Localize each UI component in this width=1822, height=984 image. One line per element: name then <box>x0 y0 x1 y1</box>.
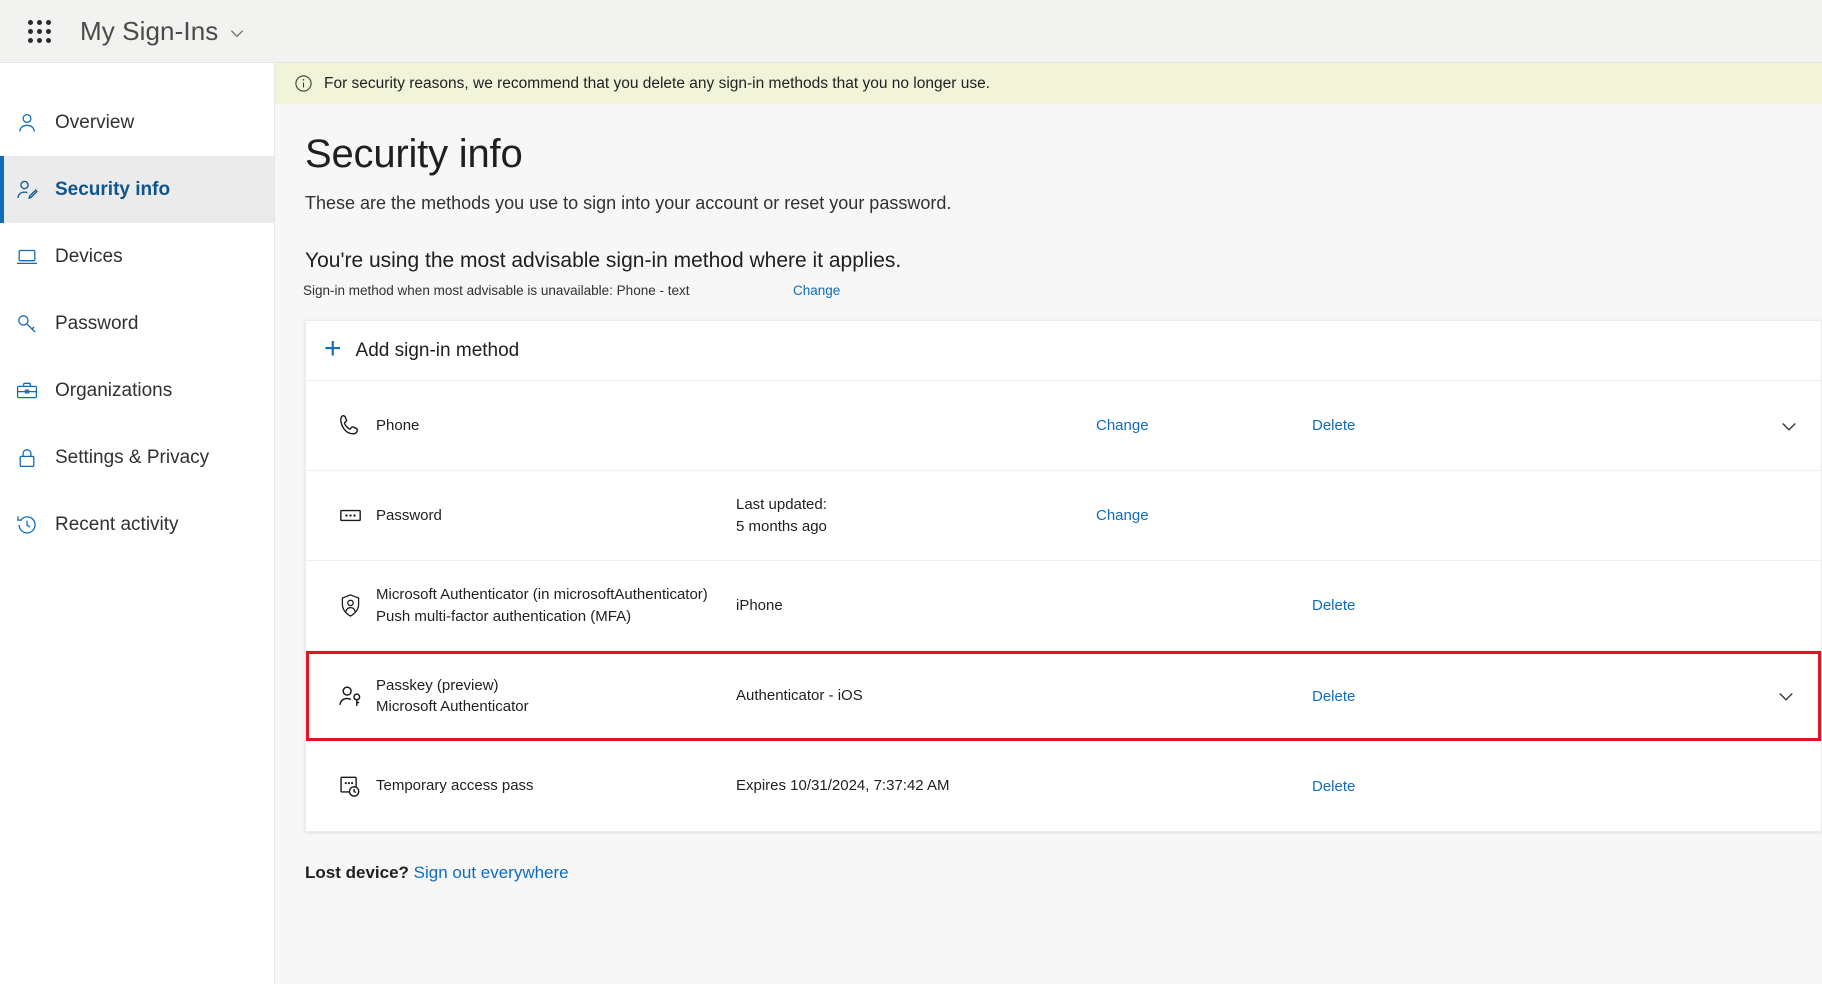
info-circle-icon <box>294 74 313 93</box>
app-launcher-grid <box>28 20 51 43</box>
table-row: Phone Change Delete <box>306 381 1821 471</box>
method-detail: iPhone <box>736 595 1096 616</box>
briefcase-icon <box>15 379 49 403</box>
password-dots-icon <box>324 502 376 529</box>
lost-device-row: Lost device? Sign out everywhere <box>305 863 1822 883</box>
table-row: Microsoft Authenticator (in microsoftAut… <box>306 561 1821 651</box>
key-icon <box>15 312 49 336</box>
method-name: Microsoft Authenticator (in microsoftAut… <box>376 584 736 627</box>
phone-icon <box>324 412 376 439</box>
page-content: Security info These are the methods you … <box>275 104 1822 883</box>
add-sign-in-method-label: Add sign-in method <box>356 340 520 362</box>
brand-menu[interactable]: My Sign-Ins <box>80 16 246 47</box>
security-notice-text: For security reasons, we recommend that … <box>324 75 990 93</box>
table-row: Temporary access pass Expires 10/31/2024… <box>306 741 1821 831</box>
method-name-line2: Microsoft Authenticator <box>376 698 529 715</box>
sidebar-item-devices[interactable]: Devices <box>0 223 274 290</box>
add-sign-in-method-button[interactable]: + Add sign-in method <box>306 321 1821 381</box>
sidebar-item-label: Password <box>55 313 138 335</box>
method-detail: Last updated: 5 months ago <box>736 494 1096 537</box>
temporary-access-pass-icon <box>324 773 376 800</box>
method-detail-line1: Last updated: <box>736 496 827 513</box>
sidebar-item-organizations[interactable]: Organizations <box>0 357 274 424</box>
sidebar-item-security-info[interactable]: Security info <box>0 156 274 223</box>
sidebar-item-recent-activity[interactable]: Recent activity <box>0 491 274 558</box>
sidebar-item-password[interactable]: Password <box>0 290 274 357</box>
authenticator-shield-icon <box>324 592 376 619</box>
app-launcher-icon[interactable] <box>16 8 62 54</box>
method-name: Temporary access pass <box>376 775 736 796</box>
method-name: Password <box>376 505 736 526</box>
sidebar-item-label: Security info <box>55 179 170 201</box>
method-name-line2: Push multi-factor authentication (MFA) <box>376 608 631 625</box>
sidebar-item-label: Settings & Privacy <box>55 447 209 469</box>
sign-in-methods-card: + Add sign-in method Phone Change Delete <box>305 320 1822 832</box>
chevron-down-icon <box>228 24 246 42</box>
method-delete-link[interactable]: Delete <box>1312 778 1512 795</box>
method-detail-line2: 5 months ago <box>736 518 827 535</box>
lock-icon <box>15 446 49 470</box>
page-subtitle: These are the methods you use to sign in… <box>305 193 1822 214</box>
history-clock-icon <box>15 513 49 537</box>
security-notice-banner: For security reasons, we recommend that … <box>275 63 1822 104</box>
method-delete-link[interactable]: Delete <box>1312 417 1512 434</box>
advisable-change-link[interactable]: Change <box>793 283 840 298</box>
advisable-method-heading: You're using the most advisable sign-in … <box>305 249 1822 273</box>
method-name: Phone <box>376 415 736 436</box>
laptop-icon <box>15 245 49 269</box>
chevron-down-icon[interactable] <box>1779 416 1799 436</box>
advisable-method-row: Sign-in method when most advisable is un… <box>303 283 1822 298</box>
person-icon <box>15 111 49 135</box>
page-title: Security info <box>305 132 1822 177</box>
app-shell: Overview Security info Devices <box>0 63 1822 984</box>
sidebar-item-settings-privacy[interactable]: Settings & Privacy <box>0 424 274 491</box>
method-detail: Expires 10/31/2024, 7:37:42 AM <box>736 775 1096 796</box>
person-edit-icon <box>15 178 49 202</box>
method-name-line1: Microsoft Authenticator (in microsoftAut… <box>376 586 708 603</box>
table-row-passkey-highlighted: Passkey (preview) Microsoft Authenticato… <box>306 651 1821 741</box>
method-delete-link[interactable]: Delete <box>1312 597 1512 614</box>
app-bar: My Sign-Ins <box>0 0 1822 63</box>
sidebar-item-label: Devices <box>55 246 123 268</box>
method-change-link[interactable]: Change <box>1096 507 1312 524</box>
main-content: For security reasons, we recommend that … <box>275 63 1822 984</box>
method-name-line1: Passkey (preview) <box>376 677 499 694</box>
sidebar-item-label: Overview <box>55 112 134 134</box>
lost-device-label: Lost device? <box>305 863 409 882</box>
method-detail: Authenticator - iOS <box>736 685 1096 706</box>
sidebar-item-overview[interactable]: Overview <box>0 89 274 156</box>
method-delete-link[interactable]: Delete <box>1312 688 1512 705</box>
method-name: Passkey (preview) Microsoft Authenticato… <box>376 675 736 718</box>
method-change-link[interactable]: Change <box>1096 417 1312 434</box>
chevron-down-icon[interactable] <box>1776 686 1796 706</box>
sidebar: Overview Security info Devices <box>0 63 275 984</box>
brand-title: My Sign-Ins <box>80 16 218 47</box>
sign-out-everywhere-link[interactable]: Sign out everywhere <box>414 863 569 882</box>
sidebar-item-label: Organizations <box>55 380 172 402</box>
passkey-person-key-icon <box>324 683 376 710</box>
table-row: Password Last updated: 5 months ago Chan… <box>306 471 1821 561</box>
sidebar-item-label: Recent activity <box>55 514 179 536</box>
advisable-method-detail: Sign-in method when most advisable is un… <box>303 283 793 298</box>
